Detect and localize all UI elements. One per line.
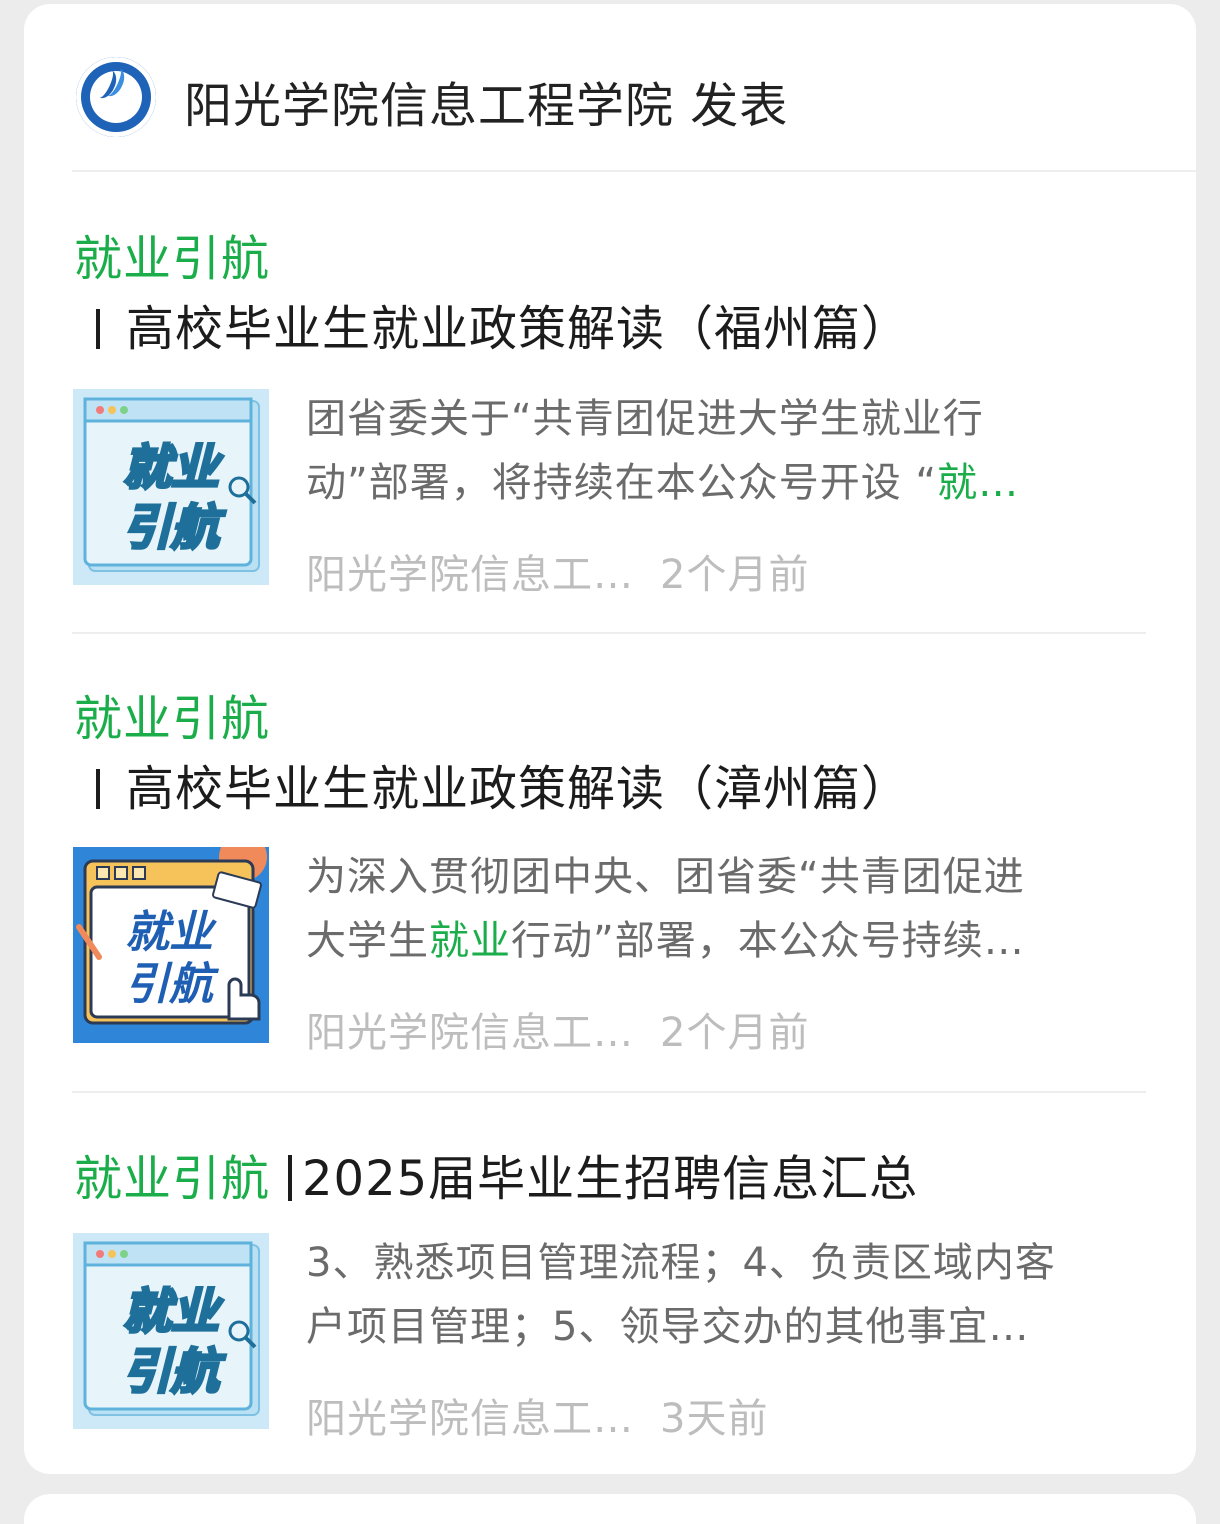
job-guide-thumbnail: 就业 引航 — [73, 1233, 269, 1429]
article-summary: 3、熟悉项目管理流程；4、负责区域内客 户项目管理；5、领导交办的其他事宜… — [306, 1240, 1056, 1350]
divider — [72, 170, 1196, 172]
svg-text:引航: 引航 — [123, 500, 226, 556]
article-source: 阳光学院信息工… — [306, 552, 634, 598]
article-title: 高校毕业生就业政策解读（福州篇） — [74, 289, 910, 359]
divider — [72, 632, 1146, 634]
next-card-edge — [24, 1494, 1196, 1524]
svg-text:就业: 就业 — [123, 1284, 224, 1340]
svg-text:就业: 就业 — [125, 907, 217, 958]
article-item[interactable]: 就业引航 2025届毕业生招聘信息汇总 就业 引航 3、熟悉项目管理流程；4、负责… — [24, 1139, 1196, 1442]
svg-text:引航: 引航 — [125, 959, 220, 1010]
article-time: 2个月前 — [660, 1010, 810, 1056]
job-guide-thumbnail: 就业 引航 — [73, 847, 269, 1043]
article-summary: 为深入贯彻团中央、团省委“共青团促进 大学生就业行动”部署，本公众号持续… — [306, 854, 1025, 964]
svg-text:就业: 就业 — [123, 440, 224, 496]
article-source: 阳光学院信息工… — [306, 1010, 634, 1056]
account-name: 阳光学院信息工程学院 发表 — [184, 78, 789, 134]
article-source: 阳光学院信息工… — [306, 1396, 634, 1442]
article-meta: 阳光学院信息工… 3天前 — [306, 1386, 768, 1444]
article-title: 就业引航 2025届毕业生招聘信息汇总 — [74, 1151, 919, 1207]
article-tag: 就业引航 — [74, 231, 271, 287]
job-guide-thumbnail: 就业 引航 — [73, 389, 269, 585]
article-time: 2个月前 — [660, 552, 810, 598]
divider — [72, 1091, 1146, 1093]
account-header[interactable]: 阳光学院信息工程学院 发表 — [24, 4, 1196, 172]
svg-text:引航: 引航 — [123, 1344, 226, 1400]
article-list-card: 阳光学院信息工程学院 发表 就业引航 高校毕业生就业政策解读（福州篇） 就业 引… — [24, 4, 1196, 1474]
article-summary: 团省委关于“共青团促进大学生就业行 动”部署，将持续在本公众号开设 “就… — [306, 396, 1020, 506]
article-tag: 就业引航 — [74, 691, 271, 747]
article-tag: 就业引航 — [74, 1151, 271, 1207]
article-item[interactable]: 就业引航 高校毕业生就业政策解读（漳州篇） 就业 引航 为深入贯彻团中央、团省委… — [24, 679, 1196, 1079]
article-item[interactable]: 就业引航 高校毕业生就业政策解读（福州篇） 就业 引航 团省委关于“共青团促进大… — [24, 219, 1196, 619]
article-thumbnail: 就业 引航 — [73, 1233, 269, 1429]
article-title: 高校毕业生就业政策解读（漳州篇） — [74, 749, 910, 819]
article-thumbnail: 就业 引航 — [73, 847, 269, 1043]
article-time: 3天前 — [660, 1396, 769, 1442]
article-meta: 阳光学院信息工… 2个月前 — [306, 1000, 809, 1058]
article-thumbnail: 就业 引航 — [73, 389, 269, 585]
article-meta: 阳光学院信息工… 2个月前 — [306, 542, 809, 600]
college-logo — [76, 57, 156, 137]
